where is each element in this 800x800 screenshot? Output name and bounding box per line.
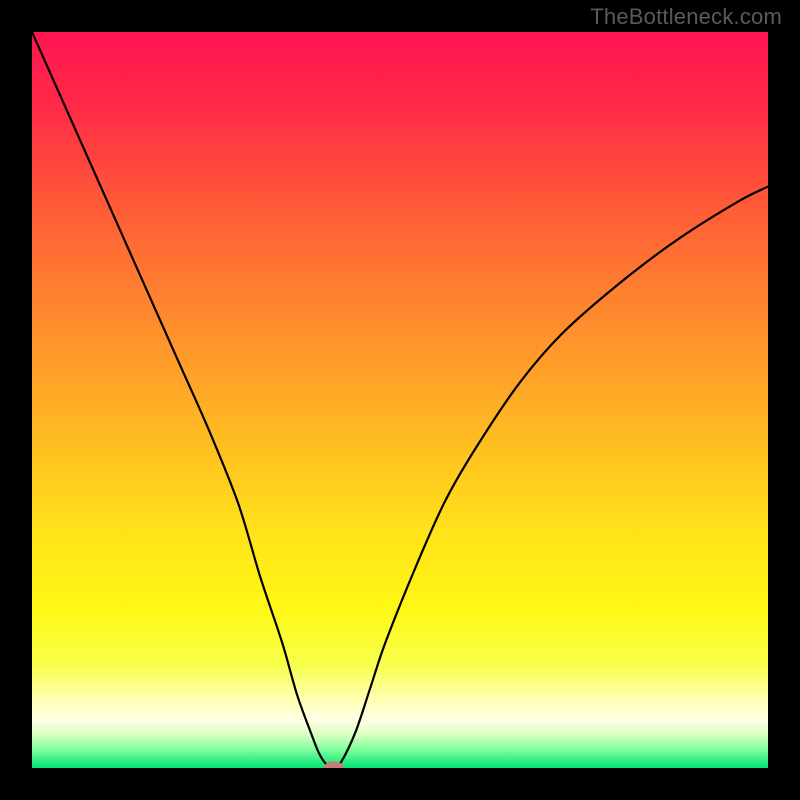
plot-area xyxy=(32,32,768,768)
gradient-background xyxy=(32,32,768,768)
chart-frame: TheBottleneck.com xyxy=(0,0,800,800)
watermark-text: TheBottleneck.com xyxy=(590,4,782,30)
bottleneck-chart xyxy=(32,32,768,768)
